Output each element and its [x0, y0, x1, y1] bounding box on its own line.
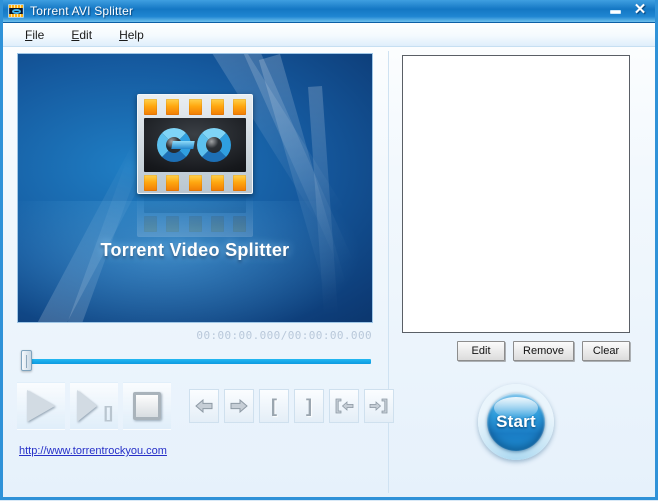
arrow-left-icon — [195, 399, 213, 413]
video-preview[interactable]: Torrent Video Splitter — [17, 53, 373, 323]
play-button[interactable] — [17, 382, 65, 430]
website-link[interactable]: http://www.torrentrockyou.com — [19, 445, 167, 457]
go-mark-icon — [144, 118, 246, 172]
step-frame-button[interactable]: [] — [70, 382, 118, 430]
minimize-button[interactable] — [607, 2, 625, 18]
title-bar: Torrent AVI Splitter ✕ — [3, 0, 655, 23]
close-icon[interactable]: ✕ — [631, 2, 649, 18]
mark-out-button[interactable]: ] — [294, 389, 324, 423]
step-frame-icon: [] — [77, 390, 113, 422]
menu-item-help[interactable]: Help — [119, 28, 144, 42]
edit-button[interactable]: Edit — [457, 341, 506, 361]
segments-panel: Edit Remove Clear Start — [389, 47, 655, 501]
splash-logo — [137, 94, 253, 237]
bracket-arrow-left-icon — [335, 398, 354, 414]
caption-buttons: ✕ — [607, 2, 649, 18]
segments-list[interactable] — [402, 55, 630, 333]
menu-item-edit[interactable]: Edit — [71, 28, 92, 42]
stop-icon — [133, 392, 161, 420]
transport-controls: [] [] — [17, 379, 394, 433]
stop-button[interactable] — [123, 382, 171, 430]
seek-track[interactable] — [25, 359, 371, 364]
step-back-button[interactable] — [189, 389, 219, 423]
clear-button[interactable]: Clear — [582, 341, 630, 361]
bracket-open-icon: [ — [271, 396, 277, 416]
start-button-area: Start — [402, 374, 630, 470]
remove-button[interactable]: Remove — [513, 341, 574, 361]
start-button-label: Start — [496, 412, 536, 431]
menu-bar: File Edit Help — [3, 23, 655, 47]
window-title: Torrent AVI Splitter — [30, 4, 134, 18]
main-content: Torrent Video Splitter 00:00:00.000/00:0… — [3, 47, 655, 501]
film-strip-icon — [8, 4, 24, 18]
segments-buttons: Edit Remove Clear — [402, 340, 630, 362]
bracket-arrow-right-icon — [369, 398, 388, 414]
timecode-display: 00:00:00.000/00:00:00.000 — [196, 329, 372, 342]
application-window: Torrent AVI Splitter ✕ File Edit Help To… — [0, 0, 658, 500]
splash-title: Torrent Video Splitter — [100, 240, 290, 260]
logo-reflection — [137, 195, 253, 237]
seek-thumb[interactable] — [21, 350, 32, 371]
seek-slider[interactable] — [17, 350, 373, 372]
menu-item-file[interactable]: File — [25, 28, 44, 42]
step-forward-button[interactable] — [224, 389, 254, 423]
player-panel: Torrent Video Splitter 00:00:00.000/00:0… — [3, 47, 394, 501]
start-button[interactable]: Start — [478, 384, 554, 460]
film-strip-logo — [137, 94, 253, 194]
goto-mark-in-button[interactable] — [329, 389, 359, 423]
mark-in-button[interactable]: [ — [259, 389, 289, 423]
arrow-right-icon — [230, 399, 248, 413]
bracket-close-icon: ] — [306, 396, 312, 416]
play-icon — [27, 390, 55, 422]
